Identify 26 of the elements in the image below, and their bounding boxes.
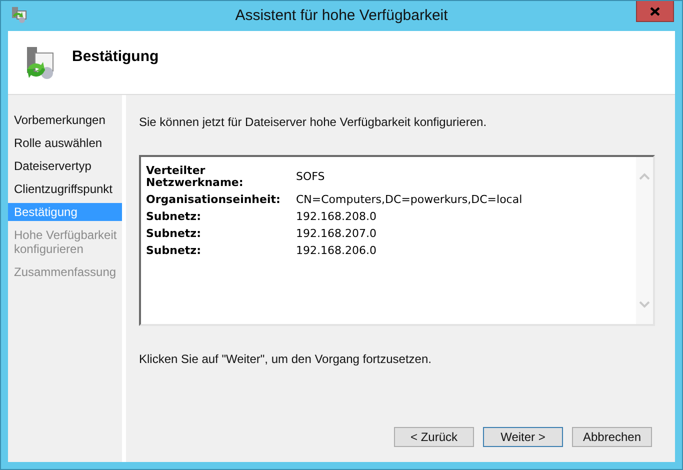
scroll-down-icon[interactable] [639,301,650,308]
field-value: 192.168.206.0 [296,245,376,257]
field-label: Subnetz: [146,211,202,223]
field-label: Subnetz: [146,228,202,240]
intro-text: Sie können jetzt für Dateiserver hohe Verfügbarkeit konfigurieren. [139,114,488,131]
field-value: CN=Computers,DC=powerkurs,DC=local [296,194,522,206]
field-value: SOFS [296,171,325,183]
field-label: Organisationseinheit: [146,194,282,206]
wizard-button[interactable]: Weiter > [483,427,563,447]
hint-text: Klicken Sie auf "Weiter", um den Vorgang fortzusetzen. [139,351,432,368]
window-title: Assistent für hohe Verfügbarkeit [234,6,449,26]
field-value: 192.168.207.0 [296,228,376,240]
server-app-icon [10,6,28,24]
wizard-button[interactable]: < Zurück [394,427,474,447]
wizard-step[interactable]: Vorbemerkungen [8,111,122,129]
field-label: Subnetz: [146,245,202,257]
close-button[interactable] [636,1,674,22]
wizard-step[interactable]: Dateiservertyp [8,157,122,175]
page-title: Bestätigung [72,47,159,68]
scroll-up-icon[interactable] [639,173,650,180]
close-icon [650,6,660,16]
wizard-step[interactable]: Clientzugriffspunkt [8,180,122,198]
wizard-button[interactable]: Abbrechen [572,427,652,447]
field-label: Verteilter Netzwerkname: [146,165,244,189]
field-value: 192.168.208.0 [296,211,376,223]
wizard-step[interactable]: Rolle auswählen [8,134,122,152]
